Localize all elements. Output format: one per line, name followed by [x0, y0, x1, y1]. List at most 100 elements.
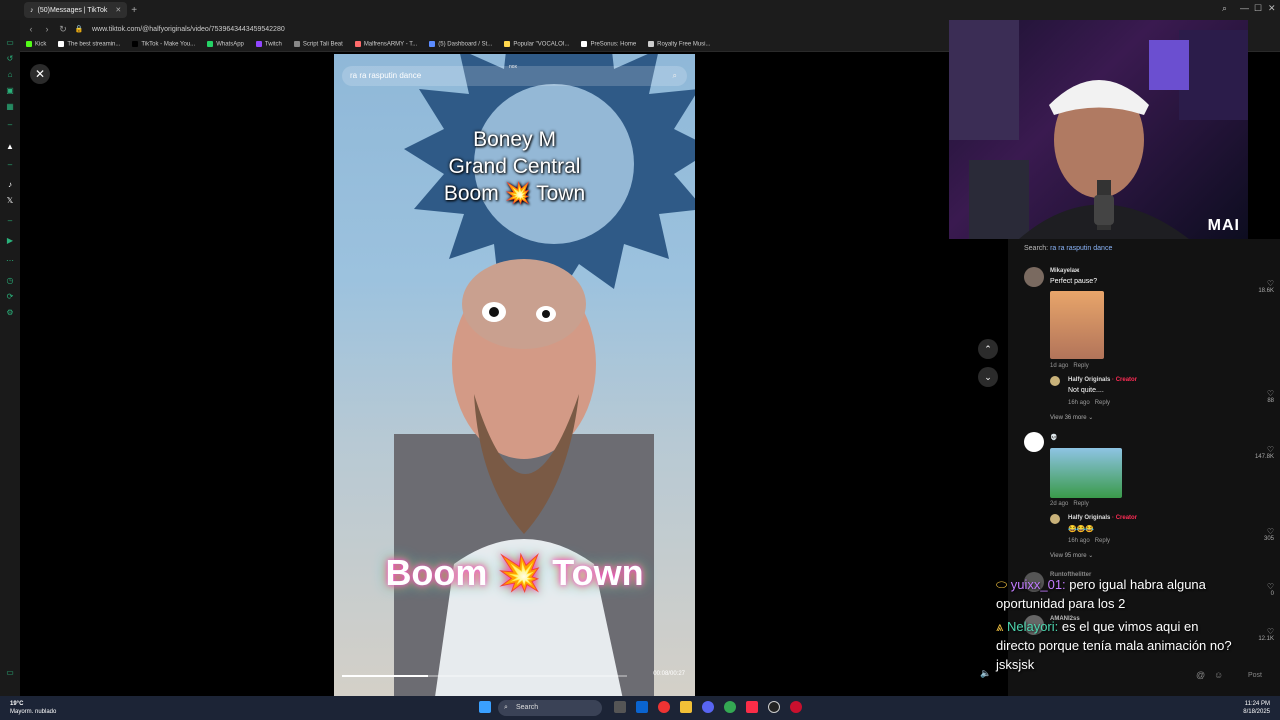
reply-link[interactable]: Reply	[1073, 501, 1088, 507]
comment-image[interactable]	[1050, 291, 1104, 359]
search-icon[interactable]: ⌕	[673, 66, 677, 86]
file-explorer-icon[interactable]	[680, 701, 692, 713]
forward-icon[interactable]: ›	[42, 24, 52, 34]
app-icon[interactable]	[658, 701, 670, 713]
bookmark-item[interactable]: The best streamin...	[58, 41, 120, 48]
maximize-icon[interactable]: ☐	[1254, 3, 1262, 14]
reload-icon[interactable]: ↻	[58, 24, 68, 35]
video-player[interactable]: ra ra rasputin dance ⌕ nox Boney M Grand…	[334, 54, 695, 696]
bookmark-label: Twitch	[264, 41, 282, 48]
bookmark-item[interactable]: Kick	[26, 41, 46, 48]
weather-widget[interactable]: 19°C Mayorm. nublado	[10, 700, 56, 716]
windows-start-icon[interactable]	[479, 701, 491, 713]
reply-link[interactable]: Reply	[1073, 363, 1088, 369]
bookmark-item[interactable]: (5) Dashboard / St...	[429, 41, 492, 48]
heart-icon[interactable]: ♡	[1244, 445, 1274, 454]
bookmark-item[interactable]: WhatsApp	[207, 41, 244, 48]
outlook-icon[interactable]	[636, 701, 648, 713]
comment-username[interactable]: Mikayelаж	[1050, 268, 1079, 274]
close-window-icon[interactable]: ✕	[1268, 3, 1276, 14]
taskbar-search[interactable]: ⌕ Search	[498, 700, 602, 716]
temperature: 19°C	[10, 701, 24, 707]
comment-username[interactable]: 💀	[1050, 434, 1057, 441]
bookmark-item[interactable]: Script Tali Beat	[293, 41, 343, 48]
like-count[interactable]: ♡ 12.1K	[1244, 627, 1274, 642]
avatar[interactable]	[1024, 432, 1044, 452]
more-icon[interactable]: ⋯	[5, 256, 15, 265]
video-icon[interactable]: ▦	[5, 102, 15, 111]
shopping-icon[interactable]: ⌂	[5, 70, 15, 79]
bookmark-item[interactable]: TikTok - Make You...	[132, 41, 195, 48]
heart-icon[interactable]: ♡	[1244, 527, 1274, 536]
reply-user-name[interactable]: Halfy Originals	[1068, 515, 1110, 521]
view-more-replies[interactable]: View 95 more ⌄	[1050, 552, 1093, 559]
post-button[interactable]: Post	[1248, 672, 1262, 679]
system-clock[interactable]: 11:24 PM 8/18/2025	[1243, 700, 1270, 716]
reply-link[interactable]: Reply	[1095, 400, 1110, 406]
avatar[interactable]	[1050, 376, 1060, 386]
bookmark-icon	[293, 41, 300, 48]
tab-close-icon[interactable]: ✕	[115, 6, 121, 14]
volume-icon[interactable]: 🔈	[980, 668, 994, 682]
url-field[interactable]: www.tiktok.com/@halfyoriginals/video/753…	[92, 26, 285, 33]
search-query-link[interactable]: ra ra rasputin dance	[1050, 245, 1112, 252]
heart-icon[interactable]: ♡	[1244, 582, 1274, 591]
share-icon[interactable]: ⟳	[5, 292, 15, 301]
minimize-icon[interactable]: —	[1240, 3, 1249, 13]
avatar[interactable]	[1050, 514, 1060, 524]
creator-badge: · Creator	[1112, 377, 1138, 383]
x-icon[interactable]: 𝕏	[5, 196, 15, 205]
video-progress-bar[interactable]	[342, 675, 627, 677]
bookmark-item[interactable]: MalfrensARMY - T...	[354, 41, 417, 48]
search-label: Search:	[1024, 245, 1049, 252]
heart-icon[interactable]: ♡	[1244, 389, 1274, 398]
bookmark-item[interactable]: Popular "VOCALOI...	[504, 41, 569, 48]
arc-icon[interactable]: ▲	[5, 142, 15, 151]
like-count[interactable]: ♡ 18.6K	[1244, 279, 1274, 294]
settings-icon[interactable]: ⚙	[5, 308, 15, 317]
clock-icon[interactable]: ◷	[5, 276, 15, 285]
video-search-text: ra ra rasputin dance	[350, 71, 422, 80]
chat-icon[interactable]: ▣	[5, 86, 15, 95]
wallet-icon[interactable]: ▭	[5, 38, 15, 47]
heart-icon[interactable]: ♡	[1244, 279, 1274, 288]
like-count[interactable]: ♡ 0	[1244, 582, 1274, 597]
reply-username[interactable]: Halfy Originals · Creator	[1068, 377, 1137, 383]
comments-search-line[interactable]: Search: ra ra rasputin dance	[1024, 245, 1112, 252]
like-count[interactable]: ♡ 147.8K	[1244, 445, 1274, 460]
tab-tiktok[interactable]: ♪ (50)Messages | TikTok ✕	[24, 2, 128, 18]
reply-link[interactable]: Reply	[1095, 538, 1110, 544]
music-icon[interactable]	[746, 701, 758, 713]
back-icon[interactable]: ‹	[26, 24, 36, 34]
opera-icon[interactable]	[790, 701, 802, 713]
reply-like-count[interactable]: ♡ 88	[1244, 389, 1274, 404]
sidebar-toggle-icon[interactable]: ▭	[5, 668, 15, 677]
search-icon[interactable]: ⌕	[1222, 3, 1227, 14]
comment-image[interactable]	[1050, 448, 1122, 498]
chrome-icon[interactable]	[724, 701, 736, 713]
history-icon[interactable]: ↺	[5, 54, 15, 63]
view-more-replies[interactable]: View 36 more ⌄	[1050, 414, 1093, 421]
bookmark-label: TikTok - Make You...	[141, 41, 196, 48]
reply-like-count[interactable]: ♡ 305	[1244, 527, 1274, 542]
avatar[interactable]	[1024, 267, 1044, 287]
chatgpt-icon[interactable]	[768, 701, 780, 713]
bookmark-icon	[26, 41, 32, 48]
view-more-label[interactable]: View 95 more	[1050, 553, 1087, 559]
heart-icon[interactable]: ♡	[1244, 627, 1274, 636]
bookmark-item[interactable]: Twitch	[255, 41, 282, 48]
previous-video-button[interactable]: ⌃	[978, 339, 998, 359]
like-number: 12.1K	[1258, 636, 1274, 642]
new-tab-button[interactable]: +	[131, 5, 137, 16]
task-view-icon[interactable]	[614, 701, 626, 713]
bookmark-item[interactable]: Royalty Free Musi...	[648, 41, 711, 48]
reply-username[interactable]: Halfy Originals · Creator	[1068, 515, 1137, 521]
tiktok-sidebar-icon[interactable]: ♪	[5, 180, 15, 189]
bookmark-item[interactable]: PreSonus: Home	[581, 41, 636, 48]
reply-user-name[interactable]: Halfy Originals	[1068, 377, 1110, 383]
view-more-label[interactable]: View 36 more	[1050, 415, 1087, 421]
close-video-button[interactable]: ✕	[30, 64, 50, 84]
discord-icon[interactable]	[702, 701, 714, 713]
play-icon[interactable]: ▶	[5, 236, 15, 245]
next-video-button[interactable]: ⌄	[978, 367, 998, 387]
